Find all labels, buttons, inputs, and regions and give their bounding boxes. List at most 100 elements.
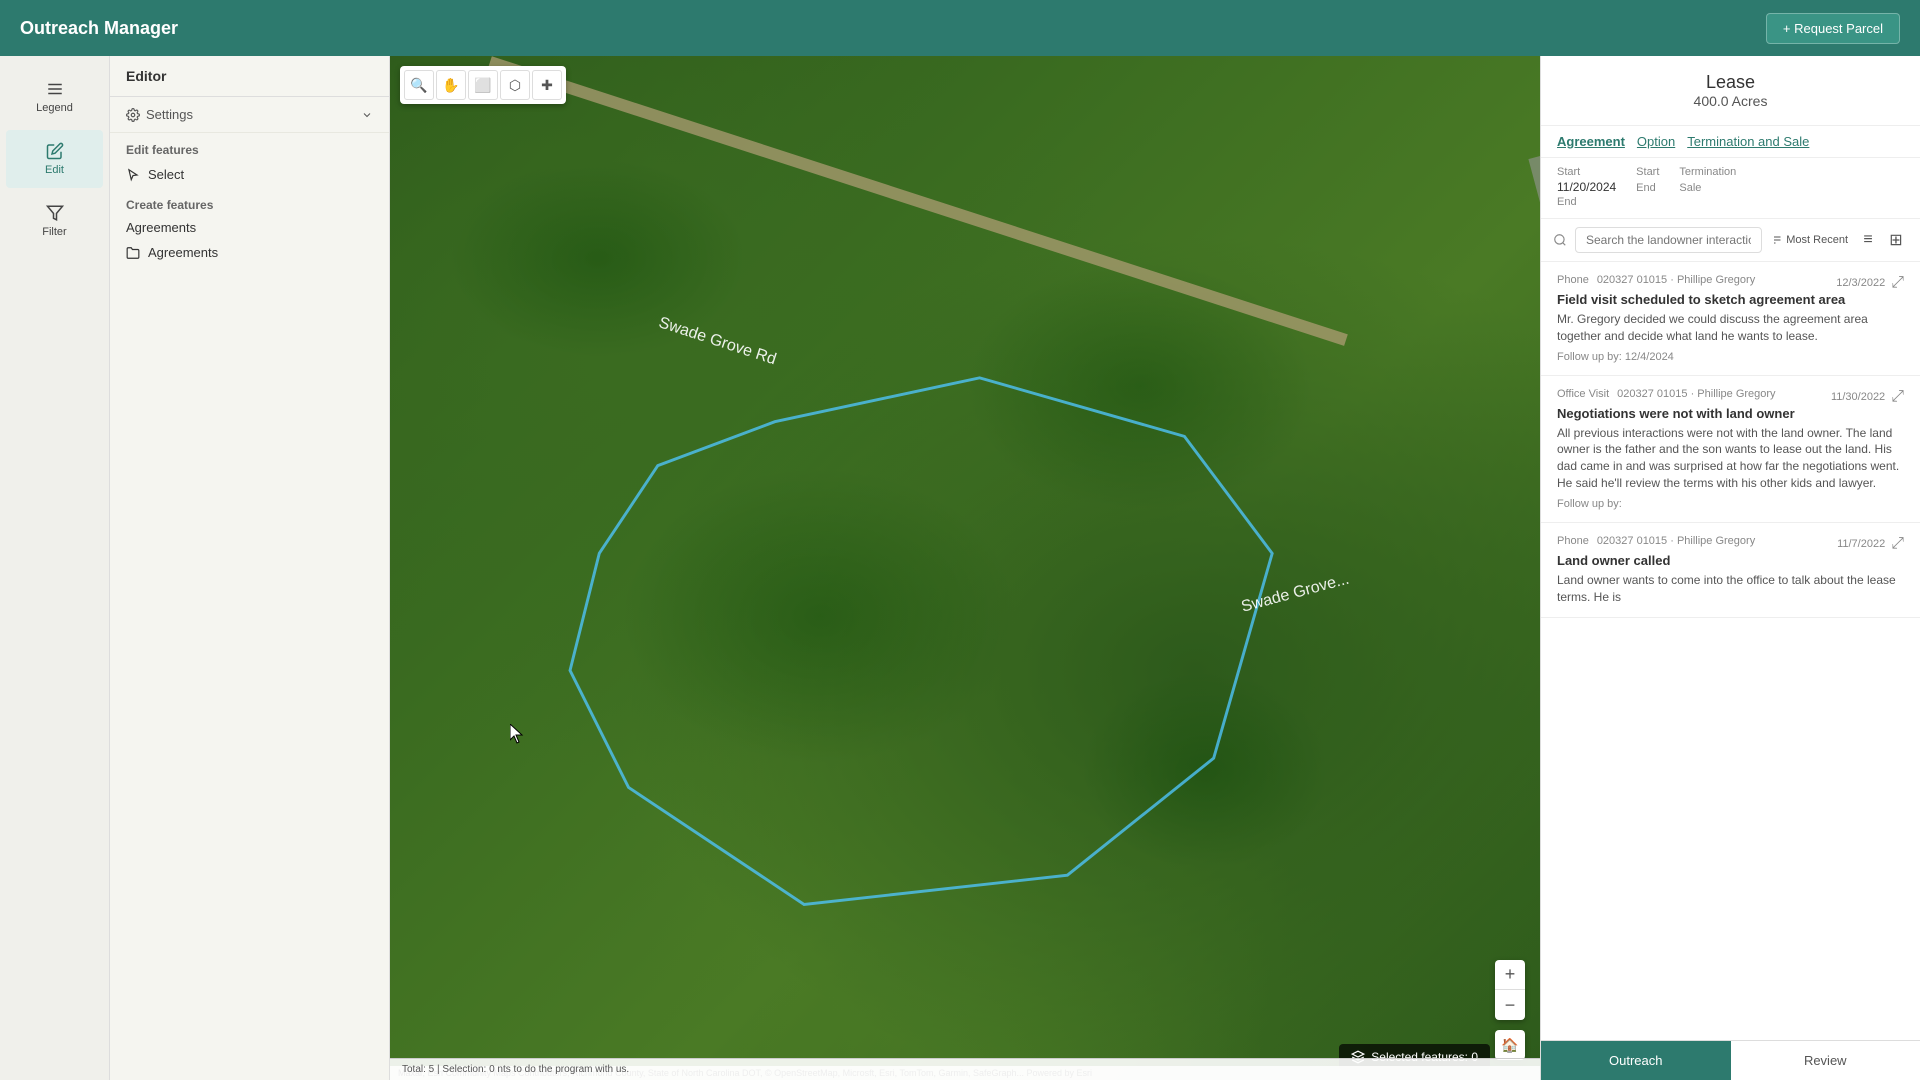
cursor-icon [126, 168, 140, 182]
bottom-tabs: Outreach Review [1541, 1040, 1920, 1080]
interaction-card[interactable]: Phone 020327 01015 · Phillipe Gregory 11… [1541, 523, 1920, 619]
zoom-out-button[interactable]: − [1495, 990, 1525, 1020]
editor-title: Editor [110, 56, 389, 97]
sidebar-item-edit[interactable]: Edit [6, 130, 103, 188]
request-parcel-button[interactable]: + Request Parcel [1766, 13, 1900, 44]
chevron-down-icon [361, 109, 373, 121]
card-type: Office Visit [1557, 388, 1609, 406]
map-area[interactable]: Swade Grove Rd Swade Grove... 🔍 ✋ ⬜ ⬡ ✚ … [390, 56, 1540, 1080]
card-title: Land owner called [1557, 553, 1904, 568]
start-date: 11/20/2024 [1557, 180, 1616, 194]
card-date: 11/30/2022 [1831, 391, 1885, 403]
interactions-search-bar: Most Recent ≡ ⊞ [1541, 219, 1920, 262]
grid-view-button[interactable]: ⊞ [1884, 228, 1908, 252]
tab-option[interactable]: Option [1637, 134, 1675, 149]
edit-features-label: Edit features [110, 133, 389, 161]
app-title: Outreach Manager [20, 18, 178, 39]
legend-label: Legend [36, 102, 73, 114]
edit-features-section: Edit features Select [110, 133, 389, 188]
card-date: 12/3/2022 [1836, 277, 1885, 289]
card-type: Phone [1557, 535, 1589, 553]
card-title: Field visit scheduled to sketch agreemen… [1557, 292, 1904, 307]
filter-label: Filter [42, 226, 66, 238]
search-icon [1553, 233, 1567, 247]
select-poly-button[interactable]: ⬡ [500, 70, 530, 100]
status-text: Total: 5 | Selection: 0 nts to do the pr… [402, 1064, 629, 1075]
agreements-group-label: Agreements [110, 216, 389, 239]
road-right [1528, 156, 1540, 835]
card-title: Negotiations were not with land owner [1557, 406, 1904, 421]
expand-button[interactable]: ⤢ [1891, 274, 1904, 292]
create-features-section: Create features Agreements Agreements [110, 188, 389, 266]
tab-agreement[interactable]: Agreement [1557, 134, 1625, 149]
interaction-card[interactable]: Phone 020327 01015 · Phillipe Gregory 12… [1541, 262, 1920, 376]
select-tool[interactable]: Select [110, 161, 389, 188]
agreements-item[interactable]: Agreements [110, 239, 389, 266]
start-info: Start 11/20/2024 End [1557, 166, 1616, 210]
list-view-button[interactable]: ≡ [1856, 228, 1880, 252]
sidebar-item-legend[interactable]: Legend [6, 68, 103, 126]
interaction-card[interactable]: Office Visit 020327 01015 · Phillipe Gre… [1541, 376, 1920, 523]
sidebar-item-filter[interactable]: Filter [6, 192, 103, 250]
termination-info: Termination Sale [1679, 166, 1736, 210]
filter-icon [46, 204, 64, 222]
card-meta: 020327 01015 · Phillipe Gregory [1597, 274, 1755, 292]
sort-label: Most Recent [1786, 234, 1848, 246]
card-followup: Follow up by: [1557, 498, 1904, 510]
tab-outreach[interactable]: Outreach [1541, 1041, 1731, 1080]
forest-patch [620, 466, 1020, 766]
card-meta: 020327 01015 · Phillipe Gregory [1617, 388, 1775, 406]
left-navigation: Legend Edit Filter [0, 56, 110, 1080]
card-type: Phone [1557, 274, 1589, 292]
settings-section: Settings [110, 97, 389, 133]
sort-button[interactable]: Most Recent [1770, 234, 1848, 246]
card-date: 11/7/2022 [1837, 538, 1885, 550]
lease-acres: 400.0 Acres [1557, 93, 1904, 109]
expand-button[interactable]: ⤢ [1891, 388, 1904, 406]
search-tool-button[interactable]: 🔍 [404, 70, 434, 100]
map-background: Swade Grove Rd Swade Grove... 🔍 ✋ ⬜ ⬡ ✚ … [390, 56, 1540, 1080]
lease-header: Lease 400.0 Acres [1541, 56, 1920, 126]
card-followup: Follow up by: 12/4/2024 [1557, 351, 1904, 363]
card-body: Mr. Gregory decided we could discuss the… [1557, 311, 1904, 345]
editor-panel: Editor Settings Edit features Select Cre… [110, 56, 390, 1080]
edit-label: Edit [45, 164, 64, 176]
create-features-label: Create features [110, 188, 389, 216]
svg-text:Swade Grove...: Swade Grove... [1239, 570, 1351, 616]
tab-termination-sale[interactable]: Termination and Sale [1687, 134, 1809, 149]
topbar: Outreach Manager + Request Parcel [0, 0, 1920, 56]
measure-tool-button[interactable]: ✚ [532, 70, 562, 100]
card-meta: 020327 01015 · Phillipe Gregory [1597, 535, 1755, 553]
tab-review[interactable]: Review [1731, 1041, 1920, 1080]
zoom-in-button[interactable]: + [1495, 960, 1525, 990]
view-toggle: ≡ ⊞ [1856, 228, 1908, 252]
map-toolbar: 🔍 ✋ ⬜ ⬡ ✚ [400, 66, 566, 104]
card-body: All previous interactions were not with … [1557, 425, 1904, 492]
select-rect-button[interactable]: ⬜ [468, 70, 498, 100]
home-button[interactable]: 🏠 [1495, 1030, 1525, 1060]
select-label: Select [148, 167, 184, 182]
pencil-icon [46, 142, 64, 160]
agreement-tabs: Agreement Option Termination and Sale [1541, 126, 1920, 158]
zoom-controls: + − [1495, 960, 1525, 1020]
settings-header[interactable]: Settings [110, 97, 389, 132]
map-status-bar: Total: 5 | Selection: 0 nts to do the pr… [390, 1058, 1540, 1080]
folder-icon [126, 246, 140, 260]
settings-label: Settings [146, 107, 193, 122]
lease-info-row: Start 11/20/2024 End Start End Terminati… [1541, 158, 1920, 219]
right-panel: Lease 400.0 Acres Agreement Option Termi… [1540, 56, 1920, 1080]
option-info: Start End [1636, 166, 1659, 210]
interactions-list: Phone 020327 01015 · Phillipe Gregory 12… [1541, 262, 1920, 1040]
forest-patch [965, 261, 1315, 511]
agreements-label: Agreements [148, 245, 218, 260]
forest-patch [1080, 670, 1330, 870]
card-body: Land owner wants to come into the office… [1557, 572, 1904, 606]
expand-button[interactable]: ⤢ [1891, 535, 1904, 553]
settings-gear-icon [126, 108, 140, 122]
list-icon [46, 80, 64, 98]
forest-patch [448, 158, 748, 358]
pan-tool-button[interactable]: ✋ [436, 70, 466, 100]
sort-icon [1770, 234, 1782, 246]
search-input[interactable] [1575, 227, 1762, 253]
lease-title: Lease [1557, 72, 1904, 93]
